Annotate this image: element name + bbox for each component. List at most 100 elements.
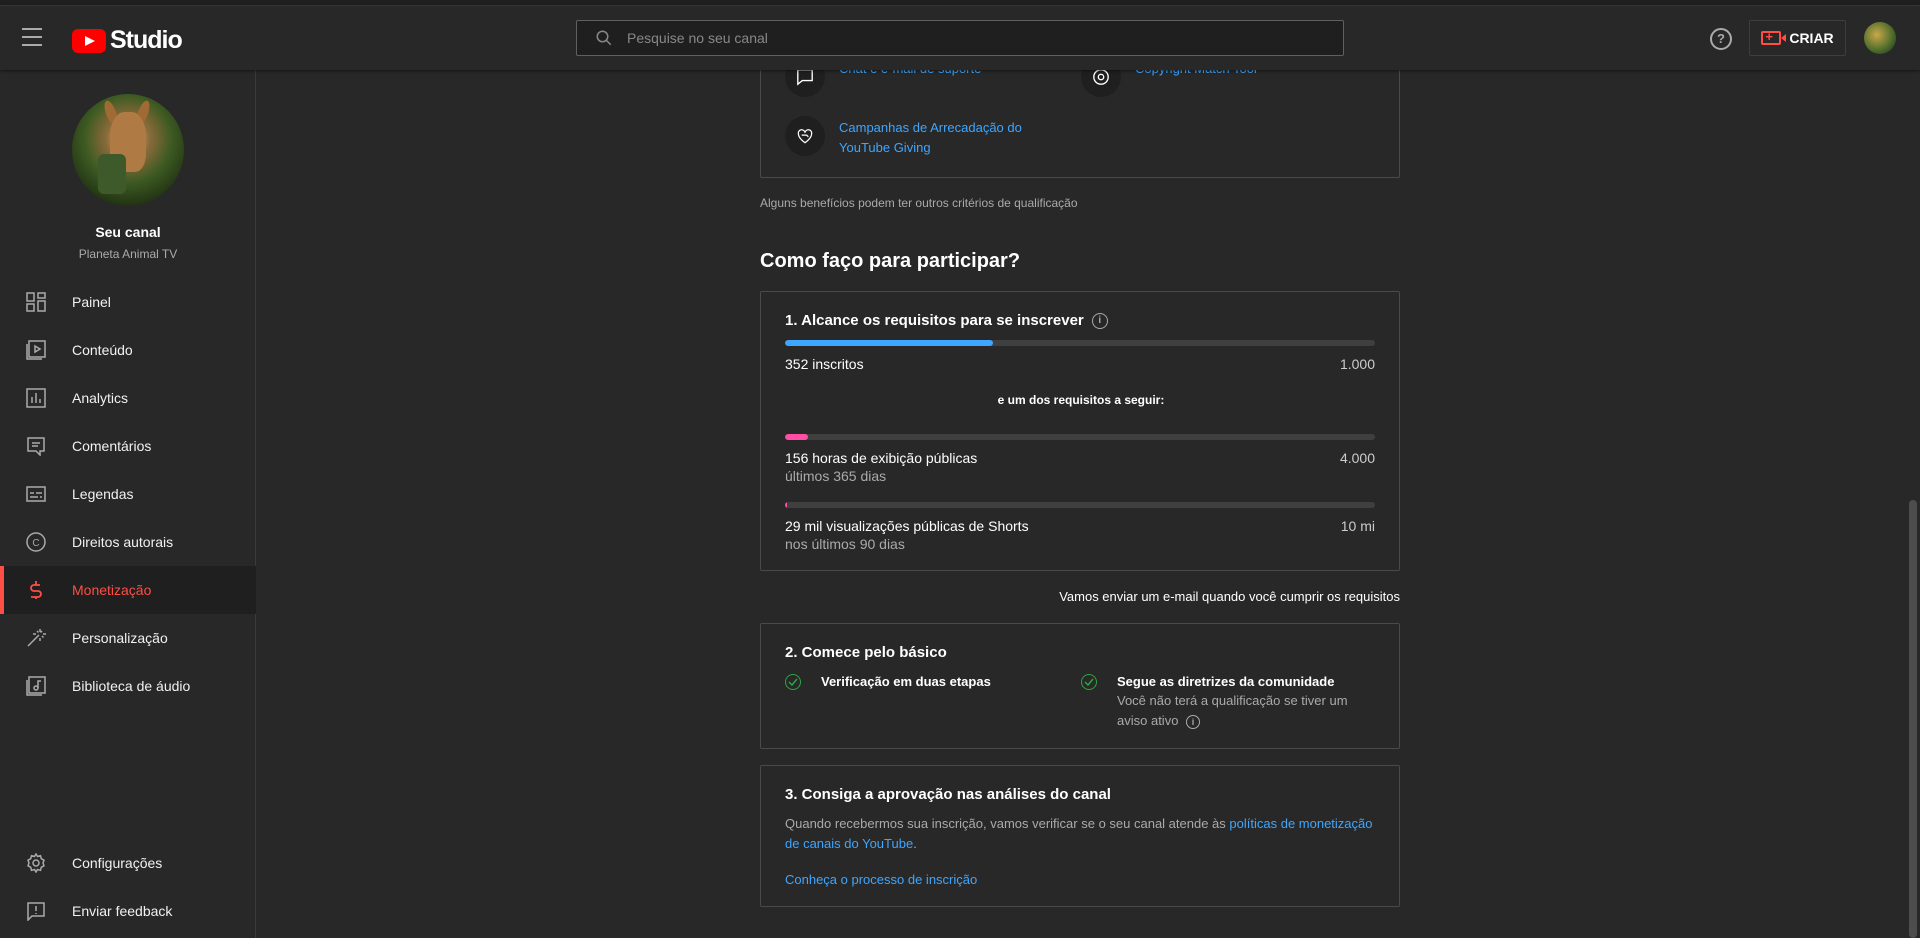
copyright-icon: C [26,532,46,552]
logo-text: Studio [110,26,183,54]
scrollbar-thumb[interactable] [1909,500,1917,938]
copyright-tool-link[interactable]: Copyright Match Tool [1135,70,1335,79]
step1-card: 1. Alcance os requisitos para se inscrev… [760,291,1400,571]
menu-icon[interactable] [22,28,50,48]
gear-icon [26,853,46,873]
step2-title: 2. Comece pelo básico [785,644,947,661]
benefits-note: Alguns benefícios podem ter outros crité… [760,196,1078,210]
giving-heart-icon [785,116,825,156]
dollar-icon [26,580,46,600]
sidebar-item-feedback[interactable]: Enviar feedback [0,887,256,935]
step1-title-row: 1. Alcance os requisitos para se inscrev… [785,312,1108,329]
scrollbar[interactable] [1906,70,1920,938]
sidebar-item-label: Conteúdo [72,342,133,358]
shorts-goal: 10 mi [1340,518,1375,534]
subscribers-label: 352 inscritos [785,356,864,372]
copyright-match-icon [1081,70,1121,97]
application-process-link[interactable]: Conheça o processo de inscrição [785,872,977,887]
comments-icon [26,436,46,456]
subscribers-progress-fill [785,340,993,346]
chat-icon [785,70,825,97]
shorts-period: nos últimos 90 dias [785,536,905,552]
sidebar-item-label: Comentários [72,438,152,454]
hours-label: 156 horas de exibição públicas [785,450,978,466]
guidelines-sub: Você não terá a qualificação se tiver um… [1117,693,1348,728]
sidebar-item-biblioteca-audio[interactable]: Biblioteca de áudio [0,662,256,710]
top-bar: Studio ? CRIAR [0,6,1920,70]
two-step-row: Verificação em duas etapas [785,674,991,690]
sidebar-item-analytics[interactable]: Analytics [0,374,256,422]
sidebar-item-label: Enviar feedback [72,903,173,919]
create-label: CRIAR [1789,30,1834,46]
step3-card: 3. Consiga a aprovação nas análises do c… [760,765,1400,907]
dashboard-icon [26,292,46,312]
one-of-requirements: e um dos requisitos a seguir: [997,393,1165,407]
step3-desc-text: Quando recebermos sua inscrição, vamos v… [785,816,1230,831]
feedback-icon [26,901,46,921]
shorts-progress-bar [785,502,1375,508]
analytics-icon [26,388,46,408]
sidebar-item-label: Analytics [72,390,129,406]
benefit-copyright-tool[interactable]: Copyright Match Tool [1081,70,1335,97]
sidebar-item-label: Legendas [72,486,134,502]
hours-progress-fill [785,434,808,440]
account-avatar[interactable] [1864,22,1896,54]
sidebar-item-monetizacao[interactable]: Monetização [0,566,256,614]
sidebar-item-painel[interactable]: Painel [0,278,256,326]
create-video-icon [1761,29,1787,45]
magic-wand-icon [26,628,46,648]
youtube-logo-icon [72,28,106,53]
chat-support-link[interactable]: Chat e e-mail de suporte [839,70,1039,79]
giving-link[interactable]: Campanhas de Arrecadação do YouTube Givi… [839,118,1039,158]
hours-progress-bar [785,434,1375,440]
sidebar-item-label: Direitos autorais [72,534,174,550]
info-icon[interactable]: i [1186,715,1201,729]
channel-avatar[interactable] [72,94,184,206]
sidebar-item-conteudo[interactable]: Conteúdo [0,326,256,374]
sidebar-item-legendas[interactable]: Legendas [0,470,256,518]
info-icon[interactable]: i [1091,312,1108,329]
hours-period: últimos 365 dias [785,468,887,484]
search-icon [596,30,612,46]
sidebar-item-label: Monetização [72,582,152,598]
check-icon [785,674,801,690]
help-icon[interactable]: ? [1710,28,1732,50]
search-box[interactable] [576,20,1344,56]
benefit-giving[interactable]: Campanhas de Arrecadação do YouTube Givi… [785,116,1039,158]
how-to-heading: Como faço para participar? [760,250,1021,272]
search-input[interactable] [627,30,1287,46]
step3-title: 3. Consiga a aprovação nas análises do c… [785,786,1111,803]
main-content: Chat e e-mail de suporte Copyright Match… [257,70,1903,938]
sidebar: Seu canal Planeta Animal TV Painel Conte… [0,70,256,938]
subscribers-progress-bar [785,340,1375,346]
hours-goal: 4.000 [1339,450,1375,466]
sidebar-item-label: Configurações [72,855,163,871]
email-note: Vamos enviar um e-mail quando você cumpr… [1059,589,1400,604]
channel-title: Seu canal [95,224,161,240]
guidelines-row: Segue as diretrizes da comunidade Você n… [1081,674,1367,731]
step3-description: Quando recebermos sua inscrição, vamos v… [785,814,1375,854]
check-icon [1081,674,1097,690]
sidebar-item-comentarios[interactable]: Comentários [0,422,256,470]
step2-card: 2. Comece pelo básico Verificação em dua… [760,623,1400,749]
shorts-progress-fill [785,502,787,508]
sidebar-item-label: Painel [72,294,111,310]
studio-logo[interactable]: Studio [72,26,183,55]
sidebar-item-label: Personalização [72,630,168,646]
step3-desc-end: . [913,836,917,851]
benefit-chat-support[interactable]: Chat e e-mail de suporte [785,70,1039,97]
step1-title: 1. Alcance os requisitos para se inscrev… [785,312,1084,329]
sidebar-item-label: Biblioteca de áudio [72,678,191,694]
channel-name: Planeta Animal TV [78,247,178,261]
sidebar-item-personalizacao[interactable]: Personalização [0,614,256,662]
create-button[interactable]: CRIAR [1749,20,1846,56]
guidelines-label: Segue as diretrizes da comunidade [1117,674,1335,689]
sidebar-item-direitos-autorais[interactable]: C Direitos autorais [0,518,256,566]
content-icon [26,340,46,360]
subscribers-goal: 1.000 [1339,356,1375,372]
sidebar-item-configuracoes[interactable]: Configurações [0,839,256,887]
two-step-label: Verificação em duas etapas [821,674,991,689]
svg-text:C: C [32,538,39,549]
shorts-label: 29 mil visualizações públicas de Shorts [785,518,1029,534]
subtitles-icon [26,484,46,504]
